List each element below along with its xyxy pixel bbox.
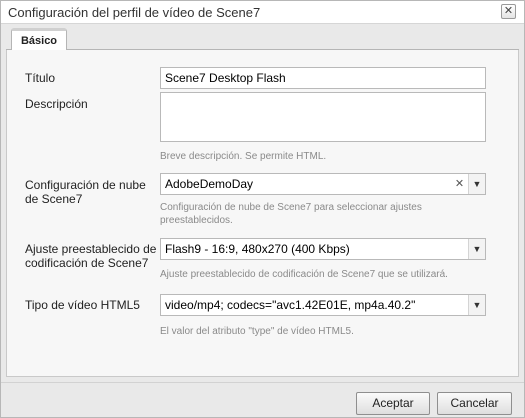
cloud-config-hint-line1: Configuración de nube de Scene7 para sel…: [160, 202, 422, 213]
description-label: Descripción: [25, 97, 88, 111]
encoding-preset-label: Ajuste preestablecido de codificación de…: [25, 242, 156, 270]
encoding-preset-hint: Ajuste preestablecido de codificación de…: [160, 269, 448, 280]
title-label: Título: [25, 71, 56, 85]
description-hint: Breve descripción. Se permite HTML.: [160, 151, 327, 162]
cloud-config-select[interactable]: AdobeDemoDay ✕ ▼: [160, 173, 486, 195]
tab-basic[interactable]: Básico: [11, 28, 67, 50]
encoding-preset-select[interactable]: Flash9 - 16:9, 480x270 (400 Kbps) ▼: [160, 238, 486, 260]
form-panel: Título Scene7 Desktop Flash Descripción …: [6, 50, 519, 377]
encoding-preset-label-line2: codificación de Scene7: [25, 256, 149, 270]
title-input[interactable]: Scene7 Desktop Flash: [160, 67, 486, 89]
tab-bar: Básico: [6, 28, 519, 50]
html5-type-hint: El valor del atributo "type" de vídeo HT…: [160, 326, 354, 337]
html5-type-label: Tipo de vídeo HTML5: [25, 298, 140, 312]
cloud-config-hint: Configuración de nube de Scene7 para sel…: [160, 201, 422, 227]
dialog-title: Configuración del perfil de vídeo de Sce…: [8, 5, 261, 20]
html5-type-value: video/mp4; codecs="avc1.42E01E, mp4a.40.…: [165, 298, 416, 312]
cloud-config-label-line2: de Scene7: [25, 192, 83, 206]
html5-type-select[interactable]: video/mp4; codecs="avc1.42E01E, mp4a.40.…: [160, 294, 486, 316]
chevron-down-icon[interactable]: ▼: [468, 295, 485, 315]
cloud-config-label-line1: Configuración de nube: [25, 178, 146, 192]
chevron-down-icon[interactable]: ▼: [468, 239, 485, 259]
accept-button[interactable]: Aceptar: [356, 392, 430, 415]
description-textarea[interactable]: [160, 92, 486, 142]
dialog-titlebar: Configuración del perfil de vídeo de Sce…: [1, 1, 524, 24]
clear-icon[interactable]: ✕: [451, 174, 468, 194]
chevron-down-icon[interactable]: ▼: [468, 174, 485, 194]
cloud-config-value: AdobeDemoDay: [165, 177, 254, 191]
encoding-preset-value: Flash9 - 16:9, 480x270 (400 Kbps): [165, 242, 350, 256]
cancel-button[interactable]: Cancelar: [437, 392, 512, 415]
dialog-footer: Aceptar Cancelar: [1, 382, 524, 417]
video-profile-dialog: Configuración del perfil de vídeo de Sce…: [0, 0, 525, 418]
encoding-preset-label-line1: Ajuste preestablecido de: [25, 242, 157, 256]
close-icon[interactable]: ✕: [501, 4, 516, 19]
cloud-config-label: Configuración de nube de Scene7: [25, 178, 146, 206]
cloud-config-hint-line2: preestablecidos.: [160, 215, 233, 226]
